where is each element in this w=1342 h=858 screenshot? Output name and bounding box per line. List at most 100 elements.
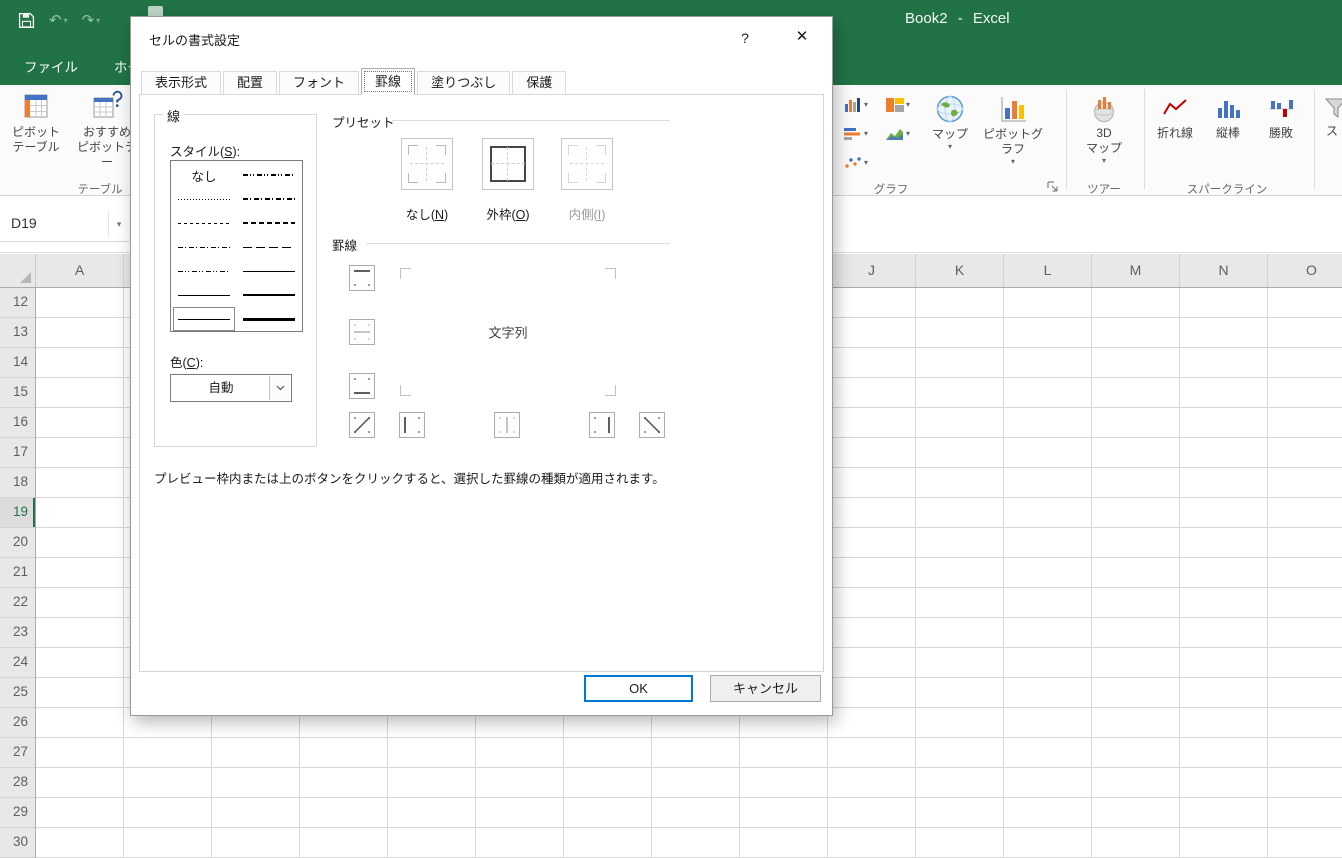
- row-header-22[interactable]: 22: [0, 588, 35, 618]
- line-color-dropdown-button[interactable]: [269, 376, 290, 400]
- sparkline-winloss-button[interactable]: 勝敗: [1256, 88, 1306, 141]
- tab-font[interactable]: フォント: [279, 71, 360, 95]
- insert-area-chart-button[interactable]: ▾: [884, 121, 920, 147]
- undo-dropdown-arrow-icon[interactable]: ▾: [64, 16, 68, 25]
- tab-border[interactable]: 罫線: [361, 68, 416, 95]
- row-header-28[interactable]: 28: [0, 768, 35, 798]
- row-header-25[interactable]: 25: [0, 678, 35, 708]
- slicer-label-partial: ス: [1326, 124, 1339, 138]
- redo-dropdown-arrow-icon[interactable]: ▾: [96, 16, 100, 25]
- row-header-20[interactable]: 20: [0, 528, 35, 558]
- sparkline-line-button[interactable]: 折れ線: [1150, 88, 1200, 141]
- column-header-O[interactable]: O: [1268, 254, 1342, 287]
- column-chart-icon: [845, 98, 860, 112]
- tab-alignment[interactable]: 配置: [223, 71, 278, 95]
- row-header-14[interactable]: 14: [0, 348, 35, 378]
- border-style-option-none[interactable]: なし: [173, 163, 235, 187]
- border-style-option-med-dashed[interactable]: [238, 211, 300, 235]
- map-globe-icon: [936, 95, 964, 123]
- row-header-16[interactable]: 16: [0, 408, 35, 438]
- undo-button[interactable]: ↶ ▾: [49, 13, 68, 28]
- row-header-12[interactable]: 12: [0, 288, 35, 318]
- row-headers: 12 13 14 15 16 17 18 19 20 21 22 23 24 25 26 27 28 29 30: [0, 288, 36, 858]
- row-header-17[interactable]: 17: [0, 438, 35, 468]
- border-style-option-dashed-fine[interactable]: [173, 211, 235, 235]
- border-diagonal-up-button[interactable]: [349, 412, 375, 438]
- row-header-23[interactable]: 23: [0, 618, 35, 648]
- preset-outline-button[interactable]: [482, 138, 534, 190]
- border-left-button[interactable]: [399, 412, 425, 438]
- border-rule: [366, 243, 670, 244]
- map-3d-icon: [1094, 97, 1114, 122]
- row-header-15[interactable]: 15: [0, 378, 35, 408]
- sparkline-winloss-label: 勝敗: [1268, 126, 1293, 140]
- column-header-M[interactable]: M: [1092, 254, 1180, 287]
- pivot-table-button[interactable]: ピボット テーブル: [4, 90, 68, 155]
- ok-button[interactable]: OK: [584, 675, 693, 702]
- sparkline-column-icon: [1218, 101, 1240, 118]
- border-diagonal-down-icon: [644, 417, 660, 433]
- border-style-option-thick[interactable]: [238, 307, 300, 331]
- column-header-A[interactable]: A: [36, 254, 124, 287]
- border-style-option-hairline[interactable]: [173, 283, 235, 307]
- line-color-dropdown[interactable]: 自動: [170, 374, 292, 402]
- cancel-button[interactable]: キャンセル: [710, 675, 821, 702]
- redo-button[interactable]: ↷ ▾: [82, 13, 101, 28]
- tab-protection[interactable]: 保護: [512, 71, 567, 95]
- slicer-button-partial[interactable]: ス: [1320, 88, 1342, 139]
- dialog-close-button[interactable]: ✕: [786, 23, 818, 51]
- row-header-29[interactable]: 29: [0, 798, 35, 828]
- border-style-option-dotted[interactable]: [173, 187, 235, 211]
- sparkline-column-button[interactable]: 縦棒: [1203, 88, 1253, 141]
- border-style-option-thin-selected[interactable]: [173, 307, 235, 331]
- border-bottom-button[interactable]: [349, 373, 375, 399]
- row-header-13[interactable]: 13: [0, 318, 35, 348]
- column-header-K[interactable]: K: [916, 254, 1004, 287]
- tab-fill[interactable]: 塗りつぶし: [417, 71, 511, 95]
- row-header-21[interactable]: 21: [0, 558, 35, 588]
- insert-column-chart-button[interactable]: ▾: [842, 92, 878, 118]
- map-3d-label-2: マップ: [1085, 141, 1122, 155]
- dialog-help-button[interactable]: ?: [730, 25, 760, 51]
- border-style-option-long-dashed[interactable]: [238, 235, 300, 259]
- insert-hierarchy-chart-button[interactable]: ▾: [884, 92, 920, 118]
- row-header-24[interactable]: 24: [0, 648, 35, 678]
- border-style-option-thin[interactable]: [238, 259, 300, 283]
- column-header-N[interactable]: N: [1180, 254, 1268, 287]
- redo-icon: ↷: [81, 11, 95, 29]
- preset-none-button[interactable]: [401, 138, 453, 190]
- border-style-option-medium[interactable]: [238, 283, 300, 307]
- map-chart-button[interactable]: マップ ▾: [926, 88, 974, 152]
- tab-number-format[interactable]: 表示形式: [141, 71, 222, 95]
- border-diagonal-down-button[interactable]: [639, 412, 665, 438]
- style-col-right: [238, 163, 300, 331]
- name-box-arrow-icon[interactable]: ▾: [108, 211, 129, 237]
- column-header-L[interactable]: L: [1004, 254, 1092, 287]
- name-box[interactable]: D19 ▾: [0, 206, 129, 242]
- row-header-30[interactable]: 30: [0, 828, 35, 858]
- border-style-option-med-dash-dot-dot[interactable]: [238, 163, 300, 187]
- row-header-18[interactable]: 18: [0, 468, 35, 498]
- pivot-chart-button[interactable]: ピボットグラフ ▾: [980, 88, 1046, 167]
- select-all-corner[interactable]: [0, 254, 36, 287]
- map-3d-button[interactable]: 3D マップ ▾: [1077, 88, 1131, 166]
- line-color-value: 自動: [208, 381, 234, 395]
- insert-scatter-chart-button[interactable]: ▾: [842, 150, 878, 176]
- line-style-listbox[interactable]: なし: [170, 160, 303, 332]
- pivot-chart-label: ピボットグラフ: [982, 127, 1043, 156]
- border-style-option-dash-dot-dot[interactable]: [173, 259, 235, 283]
- row-header-27[interactable]: 27: [0, 738, 35, 768]
- border-style-option-med-dash-dot[interactable]: [238, 187, 300, 211]
- border-preview[interactable]: 文字列: [394, 262, 622, 402]
- border-right-button[interactable]: [589, 412, 615, 438]
- tours-group-label: ツアー: [1087, 184, 1121, 196]
- save-button[interactable]: [18, 12, 35, 29]
- row-header-26[interactable]: 26: [0, 708, 35, 738]
- border-style-option-dash-dot[interactable]: [173, 235, 235, 259]
- ribbon-tab-file[interactable]: ファイル: [6, 50, 96, 85]
- border-top-button[interactable]: [349, 265, 375, 291]
- row-header-19[interactable]: 19: [0, 498, 35, 528]
- insert-bar-chart-button[interactable]: ▾: [842, 121, 878, 147]
- column-header-J[interactable]: J: [828, 254, 916, 287]
- charts-dialog-launcher[interactable]: [1046, 180, 1059, 193]
